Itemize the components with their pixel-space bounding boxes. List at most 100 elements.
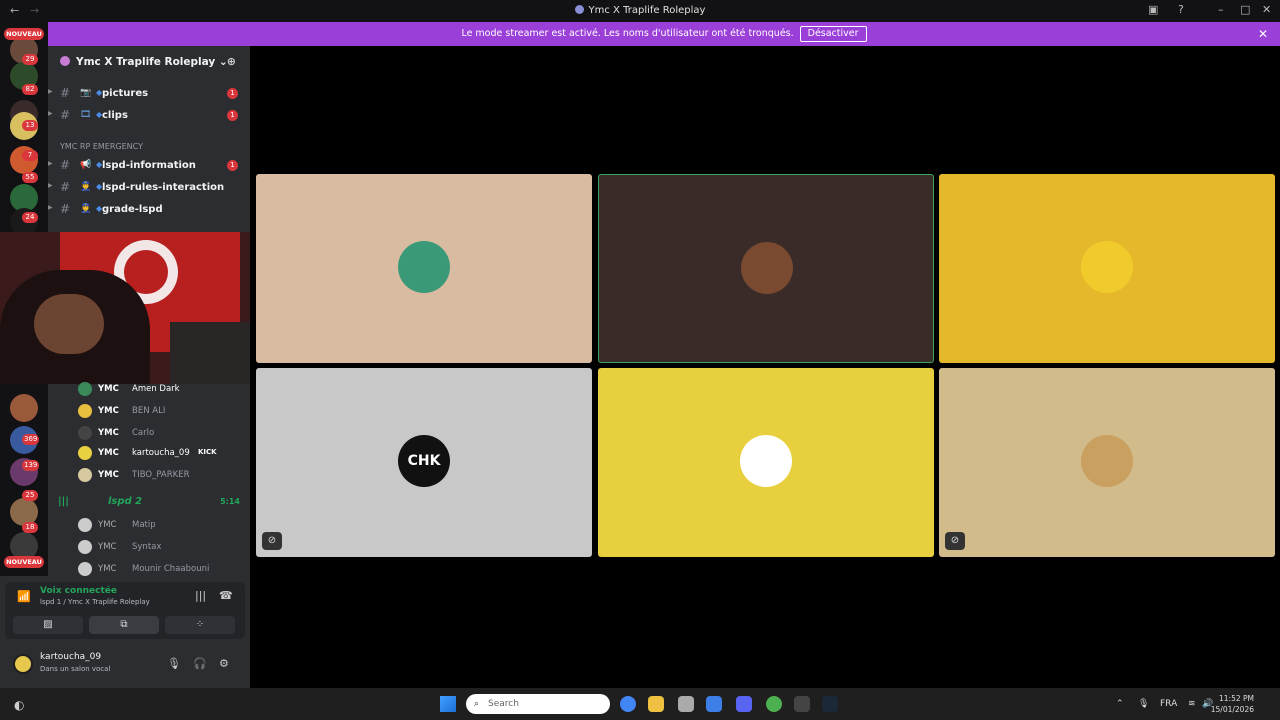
member-name: BEN ALI [132, 406, 166, 416]
weather-icon[interactable]: ◐ [14, 698, 24, 712]
chrome-profile-icon[interactable] [766, 696, 782, 712]
camera-off-icon: ⊘ [945, 532, 965, 550]
file-explorer-icon[interactable] [648, 696, 664, 712]
webcam-overlay [0, 232, 272, 384]
voice-channel-info[interactable]: lspd 1 / Ymc X Traplife Roleplay [40, 598, 150, 606]
inbox-icon[interactable]: ▣ [1148, 3, 1158, 16]
edge-icon[interactable] [706, 696, 722, 712]
channel-clips[interactable]: ▶ # 🎞 ◆ clips 1 [48, 106, 250, 126]
obs-icon[interactable] [794, 696, 810, 712]
headphones-icon[interactable]: 🎧 [193, 657, 207, 670]
avatar [78, 404, 92, 418]
channel-name: lspd-information [102, 160, 196, 171]
participant-avatar [1081, 435, 1133, 487]
add-member-icon[interactable]: ⊕ [227, 55, 236, 68]
disconnect-icon[interactable]: ☎ [219, 589, 233, 602]
screen-share-button[interactable]: ⧉ [89, 616, 159, 634]
camera-toggle-button[interactable]: ▨ [13, 616, 83, 634]
voice-member[interactable]: YMC kartoucha_09 KICK [78, 444, 248, 464]
noise-suppression-icon[interactable]: ||| [195, 589, 206, 602]
server-badge: 25 [22, 490, 38, 501]
server-badge: 13 [22, 120, 38, 131]
tray-chevron-icon[interactable]: ⌃ [1116, 699, 1124, 709]
settings-gear-icon[interactable]: ⚙ [219, 657, 229, 670]
disable-streamer-button[interactable]: Désactiver [799, 26, 867, 42]
start-button[interactable] [440, 696, 456, 712]
voice-member[interactable]: YMC TIBO_PARKER [78, 466, 248, 486]
avatar [78, 468, 92, 482]
collapse-arrow-icon: ▶ [48, 182, 53, 189]
member-name: Matip [132, 520, 156, 530]
discord-icon [574, 5, 584, 14]
video-tile[interactable] [598, 174, 934, 363]
store-icon[interactable] [678, 696, 694, 712]
taskbar-clock[interactable]: 11:52 PM 15/01/2026 [1211, 693, 1254, 715]
collapse-arrow-icon: ▶ [48, 204, 53, 211]
channel-pictures[interactable]: ▶ # 📷 ◆ pictures 1 [48, 84, 250, 104]
hash-icon: # [60, 158, 71, 172]
voice-member[interactable]: YMC Amen Dark [78, 380, 248, 400]
channel-emoji-icon: 🎞 [80, 110, 92, 120]
chrome-icon[interactable] [620, 696, 636, 712]
participant-avatar [398, 241, 450, 293]
hash-icon: # [60, 108, 71, 122]
voice-channel-lspd2[interactable]: ||| lspd 2 5:14 [58, 496, 244, 512]
tray-mic-icon[interactable]: 🎙 [1138, 699, 1149, 709]
participant-avatar [1081, 241, 1133, 293]
taskbar-search[interactable]: Search [466, 694, 610, 714]
voice-member[interactable]: YMC Syntax [78, 538, 248, 558]
video-tile[interactable] [598, 368, 934, 557]
streamer-hand [34, 294, 104, 354]
microphone-icon[interactable]: 🎙 [167, 657, 181, 670]
avatar [78, 518, 92, 532]
server-icon[interactable] [10, 394, 38, 422]
voice-member[interactable]: YMC Mounir Chaabouni [78, 560, 248, 580]
discord-taskbar-icon[interactable] [736, 696, 752, 712]
server-badge: 24 [22, 212, 38, 223]
close-window-icon[interactable]: ✕ [1262, 3, 1271, 16]
video-tile[interactable] [256, 174, 592, 363]
maximize-icon[interactable]: □ [1240, 3, 1250, 16]
kick-badge: KICK [198, 448, 217, 456]
channel-name: clips [102, 110, 128, 121]
member-name: TIBO_PARKER [132, 470, 190, 480]
video-tile[interactable]: CHK ⊘ [256, 368, 592, 557]
minimize-icon[interactable]: – [1218, 3, 1224, 16]
voice-member[interactable]: YMC BEN ALI [78, 402, 248, 422]
server-header[interactable]: Ymc X Traplife Roleplay ⌄ ⊕ [48, 46, 250, 78]
steam-icon[interactable] [822, 696, 838, 712]
member-tag: YMC [98, 448, 119, 458]
unread-badge: 1 [227, 160, 238, 171]
server-icon [60, 56, 70, 66]
activities-button[interactable]: ⁘ [165, 616, 235, 634]
collapse-arrow-icon: ▶ [48, 88, 53, 95]
member-tag: YMC [98, 406, 119, 416]
collapse-arrow-icon: ▶ [48, 110, 53, 117]
channel-grade-lspd[interactable]: ▶ # 👮 ◆ grade-lspd [48, 200, 250, 220]
voice-member[interactable]: YMC Carlo [78, 424, 248, 444]
category-header[interactable]: YMC RP EMERGENCY [60, 142, 143, 151]
help-icon[interactable]: ? [1178, 3, 1184, 16]
channel-lspd-information[interactable]: ▶ # 📢 ◆ lspd-information 1 [48, 156, 250, 176]
close-banner-icon[interactable]: ✕ [1258, 22, 1268, 46]
server-badge: 369 [22, 434, 40, 445]
member-tag: YMC [98, 384, 119, 394]
member-tag: YMC [98, 520, 117, 530]
participant-avatar [740, 435, 792, 487]
voice-connection-panel: 📶 Voix connectée lspd 1 / Ymc X Traplife… [5, 582, 245, 639]
wifi-icon[interactable]: ≋ [1188, 699, 1196, 709]
video-tile[interactable] [939, 174, 1275, 363]
server-badge: 18 [22, 522, 38, 533]
avatar[interactable] [13, 654, 33, 674]
hash-icon: # [60, 86, 71, 100]
participant-avatar: CHK [398, 435, 450, 487]
username: kartoucha_09 [40, 652, 102, 662]
title-bar: ← → Ymc X Traplife Roleplay ▣ ? – □ ✕ [0, 0, 1280, 22]
channel-emoji-icon: 👮 [80, 204, 92, 214]
voice-member[interactable]: YMC Matip [78, 516, 248, 536]
collapse-arrow-icon: ▶ [48, 160, 53, 167]
member-tag: YMC [98, 564, 117, 574]
language-indicator[interactable]: FRA [1160, 699, 1177, 709]
channel-lspd-rules-interaction[interactable]: ▶ # 👮 ◆ lspd-rules-interaction [48, 178, 250, 198]
video-tile[interactable]: ⊘ [939, 368, 1275, 557]
